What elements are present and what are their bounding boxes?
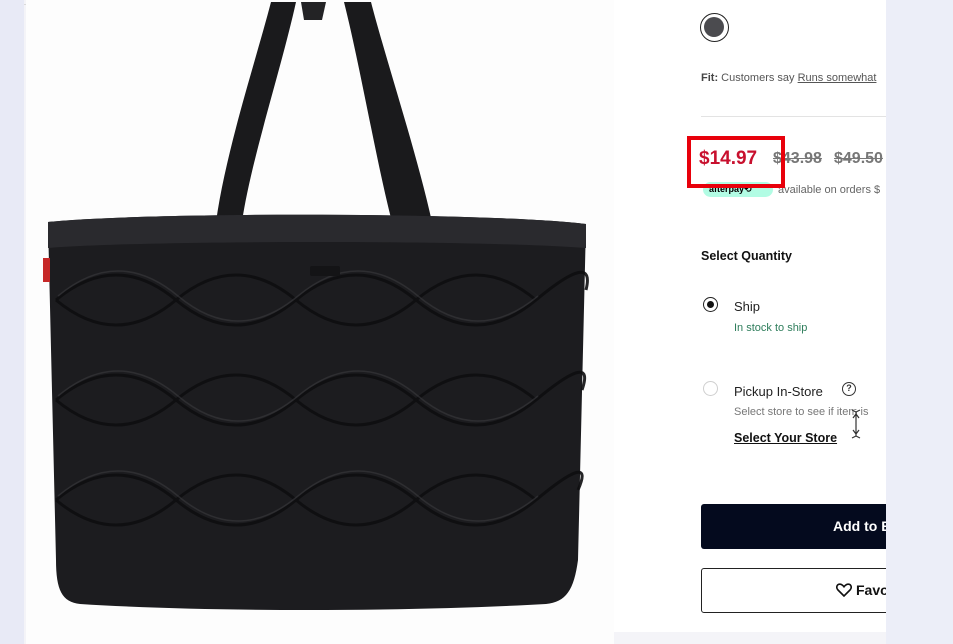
fit-label: Fit: xyxy=(701,72,719,84)
pickup-status: Select store to see if item is xyxy=(734,406,869,418)
help-icon[interactable]: ? xyxy=(842,382,856,396)
heart-icon xyxy=(836,583,852,597)
afterpay-text: available on orders $ xyxy=(778,184,881,196)
product-image[interactable] xyxy=(26,0,614,644)
text-cursor-icon xyxy=(851,409,861,439)
ship-label[interactable]: Ship xyxy=(734,299,760,314)
pickup-label[interactable]: Pickup In-Store xyxy=(734,384,823,399)
favorite-label: Favo xyxy=(856,582,886,598)
product-details-panel: Fit: Customers say Runs somewhat $14.97 … xyxy=(614,0,886,632)
ship-stock-status: In stock to ship xyxy=(734,322,808,334)
window-gutter xyxy=(886,0,953,644)
page-viewport: Fit: Customers say Runs somewhat $14.97 … xyxy=(24,0,886,644)
list-price: $49.50 xyxy=(834,150,883,167)
add-to-bag-button[interactable]: Add to B xyxy=(701,504,886,549)
color-swatch-selected[interactable] xyxy=(700,13,729,42)
fit-link[interactable]: Runs somewhat xyxy=(798,72,877,84)
select-your-store-link[interactable]: Select Your Store xyxy=(734,431,837,445)
favorite-button[interactable]: Favo xyxy=(701,568,886,613)
pickup-radio[interactable] xyxy=(703,381,718,396)
select-quantity-heading: Select Quantity xyxy=(701,249,792,263)
divider xyxy=(701,116,886,117)
fit-text: Customers say xyxy=(721,72,795,84)
ship-radio[interactable] xyxy=(703,297,718,312)
price-highlight-box xyxy=(687,136,785,188)
fit-info: Fit: Customers say Runs somewhat xyxy=(701,72,876,84)
